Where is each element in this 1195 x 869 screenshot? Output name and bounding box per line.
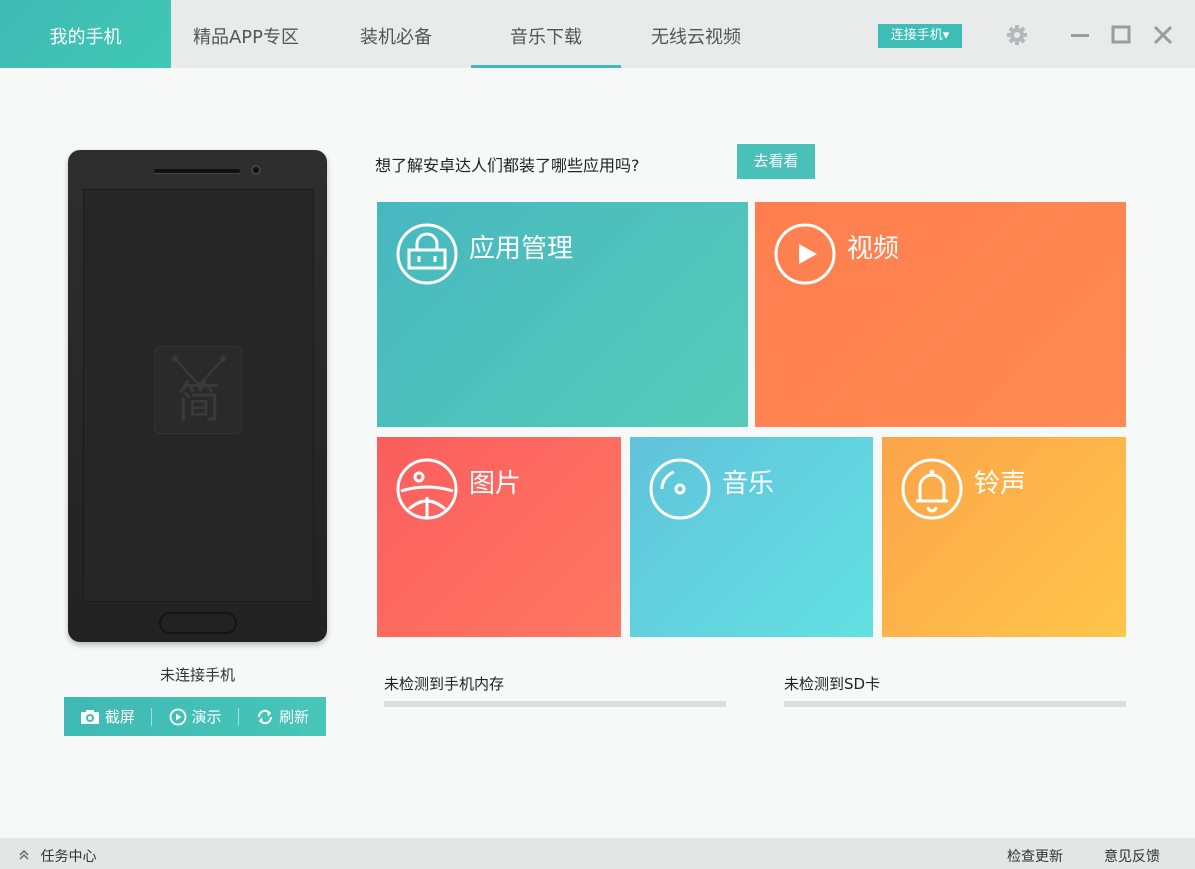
video-tile[interactable]: 视频 — [755, 202, 1126, 427]
phone-camera — [251, 165, 261, 175]
sd-card-bar — [784, 701, 1126, 707]
video-label: 视频 — [847, 234, 900, 264]
tab-premium-apps[interactable]: 精品APP专区 — [171, 0, 321, 68]
connect-phone-button[interactable]: 连接手机▾ — [878, 24, 962, 48]
phone-speaker — [154, 169, 240, 173]
tab-music-download-label: 音乐下载 — [510, 27, 582, 48]
music-label: 音乐 — [722, 469, 775, 499]
feedback-link[interactable]: 意见反馈 — [1104, 846, 1160, 866]
app-logo-char: 简 — [177, 377, 221, 428]
task-center-label: 任务中心 — [40, 849, 97, 865]
promo-question: 想了解安卓达人们都装了哪些应用吗? — [375, 156, 640, 175]
phone-home-button — [159, 612, 237, 634]
internal-storage-bar — [384, 701, 726, 707]
gear-icon[interactable] — [1006, 24, 1028, 46]
demo-button[interactable]: 演示 — [152, 697, 239, 736]
close-icon[interactable] — [1152, 24, 1174, 46]
refresh-label: 刷新 — [279, 708, 310, 726]
tab-my-phone[interactable]: 我的手机 — [0, 0, 171, 68]
phone-connection-status: 未连接手机 — [159, 666, 235, 684]
shopping-bag-icon — [396, 223, 458, 285]
picture-icon — [396, 458, 458, 520]
phone-preview: 简 — [68, 150, 327, 642]
go-see-button[interactable]: 去看看 — [737, 144, 815, 179]
screenshot-label: 截屏 — [104, 708, 135, 726]
pictures-label: 图片 — [469, 469, 522, 499]
maximize-icon[interactable] — [1110, 24, 1132, 46]
tab-underline — [471, 65, 621, 68]
phone-action-bar: 截屏 演示 刷新 — [64, 697, 326, 736]
screenshot-button[interactable]: 截屏 — [64, 697, 151, 736]
ringtone-tile[interactable]: 铃声 — [882, 437, 1126, 637]
sd-card-label: 未检测到SD卡 — [784, 675, 881, 693]
internal-storage-label: 未检测到手机内存 — [384, 675, 505, 693]
disc-icon — [649, 458, 711, 520]
bottom-status-bar: 任务中心 检查更新 意见反馈 — [0, 838, 1195, 869]
refresh-icon — [258, 709, 273, 724]
tab-wireless-cloud-video[interactable]: 无线云视频 — [621, 0, 771, 68]
camera-icon — [80, 709, 99, 724]
music-tile[interactable]: 音乐 — [630, 437, 873, 637]
refresh-button[interactable]: 刷新 — [239, 697, 326, 736]
double-chevron-up-icon — [19, 849, 29, 860]
tab-music-download[interactable]: 音乐下载 — [471, 0, 621, 68]
app-management-tile[interactable]: 应用管理 — [377, 202, 748, 427]
app-logo: 简 — [154, 346, 242, 434]
play-circle-icon — [774, 223, 836, 285]
tab-essential-apps[interactable]: 装机必备 — [321, 0, 471, 68]
check-update-link[interactable]: 检查更新 — [1007, 846, 1063, 866]
minimize-icon[interactable] — [1069, 24, 1091, 46]
bell-icon — [901, 458, 963, 520]
top-nav-bar: 我的手机 精品APP专区 装机必备 音乐下载 无线云视频 连接手机▾ — [0, 0, 1195, 68]
demo-label: 演示 — [191, 708, 222, 726]
pictures-tile[interactable]: 图片 — [377, 437, 621, 637]
ringtone-label: 铃声 — [974, 469, 1027, 499]
play-circle-icon — [169, 708, 186, 725]
task-center-button[interactable]: 任务中心 — [18, 846, 96, 866]
app-management-label: 应用管理 — [469, 234, 574, 264]
